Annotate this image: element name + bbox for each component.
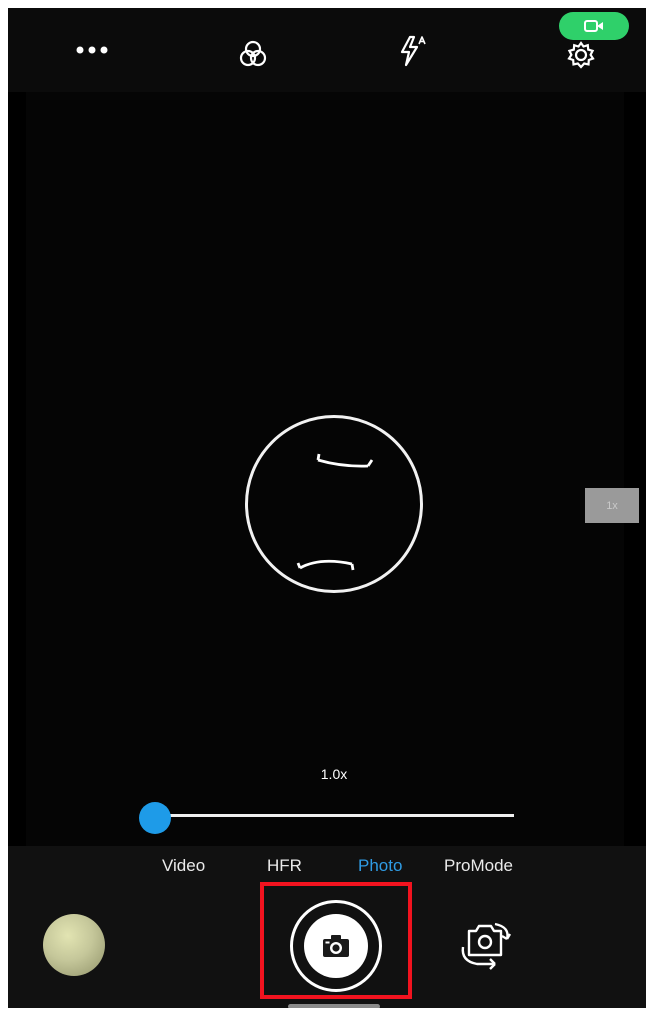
zoom-toggle-button[interactable]: 1x [585, 488, 639, 523]
zoom-slider-track[interactable] [156, 814, 514, 817]
gallery-thumbnail[interactable] [43, 914, 105, 976]
focus-brackets-icon [296, 453, 374, 571]
right-bezel [624, 8, 646, 848]
mode-hfr[interactable]: HFR [267, 856, 302, 876]
highlight-box [260, 882, 412, 999]
video-record-icon [584, 20, 603, 32]
switch-camera-button[interactable] [452, 912, 518, 978]
filters-icon[interactable] [235, 36, 271, 72]
zoom-level-readout: 1.0x [320, 766, 348, 782]
left-bezel [8, 8, 26, 848]
flash-auto-icon[interactable] [392, 32, 432, 70]
video-record-toggle[interactable] [559, 12, 629, 40]
more-options-icon[interactable] [72, 36, 112, 64]
mode-video[interactable]: Video [162, 856, 205, 876]
zoom-slider-thumb[interactable] [139, 802, 171, 834]
settings-gear-icon[interactable] [562, 36, 600, 74]
top-toolbar [8, 8, 646, 92]
home-indicator [288, 1004, 380, 1008]
camera-screen: 1x 1.0x Video HFR Photo ProMode [8, 8, 646, 1008]
focus-indicator [245, 415, 423, 593]
mode-photo[interactable]: Photo [358, 856, 402, 876]
switch-camera-icon [461, 922, 512, 970]
mode-promode[interactable]: ProMode [444, 856, 513, 876]
